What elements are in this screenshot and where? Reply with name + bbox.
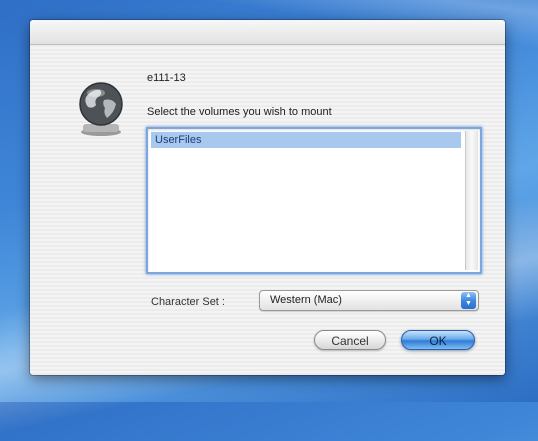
volume-list[interactable]: UserFiles — [146, 127, 482, 274]
up-down-arrows-icon: ▲ ▼ — [461, 292, 476, 309]
volume-list-scrollbar[interactable] — [465, 131, 478, 270]
charset-label: Character Set : — [151, 296, 225, 308]
cancel-button[interactable]: Cancel — [314, 330, 386, 350]
mount-prompt-text: Select the volumes you wish to mount — [147, 106, 332, 118]
dialog-title-strip — [30, 20, 505, 45]
ok-button[interactable]: OK — [401, 330, 475, 350]
charset-selected-value: Western (Mac) — [270, 294, 342, 306]
mount-volumes-dialog: e111-13 Select the volumes you wish to m… — [30, 20, 505, 375]
list-item[interactable]: UserFiles — [151, 132, 461, 148]
server-name: e111-13 — [147, 72, 186, 84]
globe-icon — [76, 80, 126, 143]
charset-select[interactable]: Western (Mac) ▲ ▼ — [259, 290, 479, 311]
